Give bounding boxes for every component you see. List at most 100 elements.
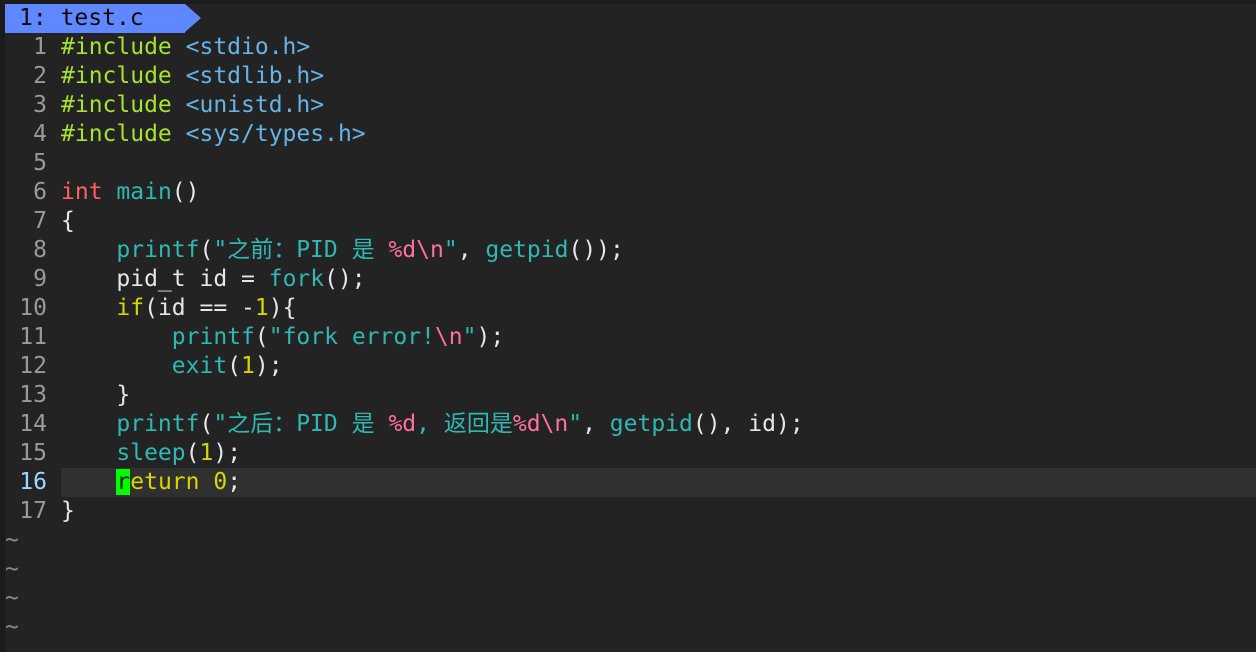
code-token: printf bbox=[171, 324, 255, 350]
code-token: ; bbox=[227, 469, 242, 495]
code-token: #include bbox=[61, 92, 186, 118]
code-token: " bbox=[568, 411, 583, 437]
code-text: int main() bbox=[61, 178, 200, 207]
code-text: #include <unistd.h> bbox=[61, 91, 324, 120]
line-number: 7 bbox=[33, 208, 47, 234]
code-token: #include bbox=[61, 121, 186, 147]
code-token: printf bbox=[116, 237, 200, 263]
code-token: fork bbox=[268, 266, 325, 292]
code-token: ()); bbox=[568, 237, 624, 263]
code-token: 1 bbox=[199, 440, 214, 466]
code-text: #include <stdlib.h> bbox=[61, 62, 324, 91]
line-number: 17 bbox=[19, 498, 47, 524]
code-line[interactable]: 13 } bbox=[5, 381, 1256, 410]
code-token: , bbox=[582, 411, 610, 437]
line-number: 10 bbox=[19, 295, 47, 321]
code-line[interactable]: 2 #include <stdlib.h> bbox=[5, 62, 1256, 91]
code-text: #include <stdio.h> bbox=[61, 33, 310, 62]
empty-line-marker: ~ bbox=[5, 585, 19, 611]
code-token: { bbox=[61, 208, 75, 234]
code-token: %d\n bbox=[512, 411, 569, 437]
code-line[interactable]: 15 sleep(1); bbox=[5, 439, 1256, 468]
code-line[interactable]: 8 printf("之前：PID 是 %d\n", getpid()); bbox=[5, 236, 1256, 265]
code-token: printf bbox=[116, 411, 200, 437]
line-number: 9 bbox=[33, 266, 47, 292]
code-line[interactable]: 16 return 0; bbox=[5, 468, 1256, 497]
code-token: ( bbox=[199, 411, 214, 437]
code-line[interactable]: 17} bbox=[5, 497, 1256, 526]
code-token: "之后：PID 是 bbox=[213, 411, 389, 437]
code-token: <stdlib.h> bbox=[185, 63, 325, 89]
code-token: #include bbox=[61, 63, 186, 89]
code-token: ( bbox=[254, 324, 269, 350]
code-token: ); bbox=[254, 353, 283, 379]
code-line[interactable]: 6 int main() bbox=[5, 178, 1256, 207]
line-number: 11 bbox=[19, 324, 47, 350]
vim-editor[interactable]: 1: test.c 1 #include <stdio.h> 2 #include <… bbox=[5, 4, 1256, 652]
code-line[interactable]: 11 printf("fork error!\n"); bbox=[5, 323, 1256, 352]
code-text: } bbox=[61, 497, 75, 526]
code-line[interactable]: 5 bbox=[5, 149, 1256, 178]
code-token: <stdio.h> bbox=[185, 34, 311, 60]
code-token: ); bbox=[213, 440, 242, 466]
code-token: 1 bbox=[241, 353, 255, 379]
code-token: getpid bbox=[609, 411, 693, 437]
code-token: exit bbox=[171, 353, 228, 379]
code-token: main bbox=[116, 179, 172, 205]
line-number: 16 bbox=[19, 469, 47, 495]
code-line[interactable]: 1 #include <stdio.h> bbox=[5, 33, 1256, 62]
code-token: } bbox=[61, 382, 131, 408]
code-token: ){ bbox=[268, 295, 297, 321]
code-text: pid_t id = fork(); bbox=[61, 265, 366, 294]
code-line[interactable]: 4 #include <sys/types.h> bbox=[5, 120, 1256, 149]
tab-arrow-icon bbox=[185, 4, 201, 32]
code-token: ( bbox=[227, 353, 242, 379]
code-token: "之前：PID 是 bbox=[213, 237, 389, 263]
line-number: 12 bbox=[19, 353, 47, 379]
code-token: sleep bbox=[116, 440, 186, 466]
line-number: 13 bbox=[19, 382, 47, 408]
code-token: ( bbox=[185, 440, 200, 466]
code-text: exit(1); bbox=[61, 352, 283, 381]
code-token: 0 bbox=[213, 469, 228, 495]
line-number: 1 bbox=[33, 34, 47, 60]
code-token: , 返回是 bbox=[416, 411, 513, 437]
code-token: (id == - bbox=[144, 295, 255, 321]
code-token: " bbox=[443, 237, 458, 263]
code-token: ( bbox=[199, 237, 214, 263]
code-buffer[interactable]: 1 #include <stdio.h> 2 #include <stdlib.h> 3… bbox=[5, 33, 1256, 642]
code-token: <unistd.h> bbox=[185, 92, 325, 118]
empty-line-marker: ~ bbox=[5, 527, 19, 553]
code-text: return 0; bbox=[61, 468, 241, 497]
line-number: 15 bbox=[19, 440, 47, 466]
code-line[interactable]: 3 #include <unistd.h> bbox=[5, 91, 1256, 120]
code-token: \n bbox=[434, 324, 463, 350]
code-token: %d bbox=[388, 411, 417, 437]
code-token: %d\n bbox=[388, 237, 444, 263]
tab-test-c[interactable]: 1: test.c bbox=[5, 4, 185, 33]
code-text: #include <sys/types.h> bbox=[61, 120, 366, 149]
code-text: { bbox=[61, 207, 75, 236]
code-text: } bbox=[61, 381, 130, 410]
code-line[interactable]: 14 printf("之后：PID 是 %d, 返回是%d\n", getpid… bbox=[5, 410, 1256, 439]
code-token: 1 bbox=[254, 295, 269, 321]
code-line[interactable]: 9 pid_t id = fork(); bbox=[5, 265, 1256, 294]
code-token: (); bbox=[324, 266, 366, 292]
tab-filename: test.c bbox=[60, 5, 144, 31]
code-text: printf("之后：PID 是 %d, 返回是%d\n", getpid(),… bbox=[61, 410, 803, 439]
line-number: 5 bbox=[33, 150, 47, 176]
code-line[interactable]: 7{ bbox=[5, 207, 1256, 236]
code-text: printf("之前：PID 是 %d\n", getpid()); bbox=[61, 236, 624, 265]
code-line[interactable]: 10 if(id == -1){ bbox=[5, 294, 1256, 323]
code-token: ); bbox=[476, 324, 505, 350]
code-token: } bbox=[61, 498, 75, 524]
code-line[interactable]: 12 exit(1); bbox=[5, 352, 1256, 381]
line-number: 4 bbox=[33, 121, 47, 147]
